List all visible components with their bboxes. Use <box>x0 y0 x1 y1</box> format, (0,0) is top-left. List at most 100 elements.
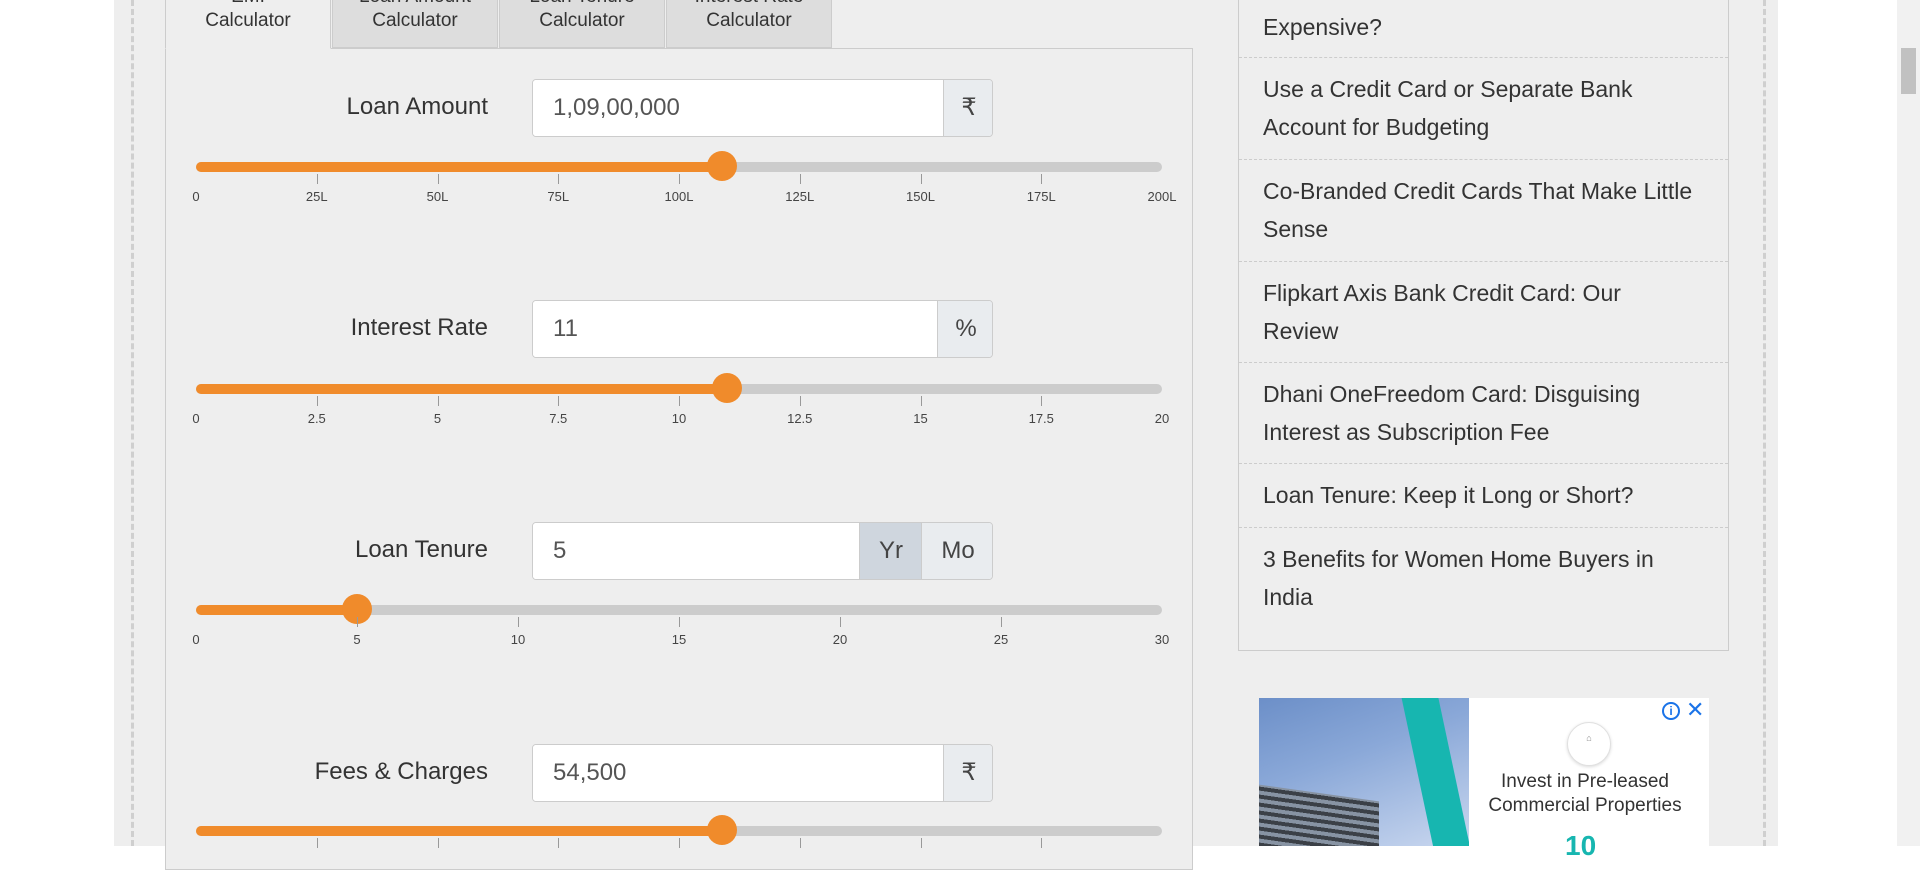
sidebar-article-link[interactable]: Flipkart Axis Bank Credit Card: Our Revi… <box>1239 262 1728 363</box>
slider-tick <box>518 617 519 627</box>
slider-tick-label: 5 <box>433 411 442 426</box>
fees-charges-slider[interactable] <box>196 815 1162 886</box>
rupee-unit-addon: ₹ <box>943 80 992 136</box>
article-title-line1: Flipkart Axis Bank Credit Card: Our <box>1263 280 1621 306</box>
slider-track[interactable] <box>196 162 1162 172</box>
fees-charges-input-group: ₹ <box>532 744 993 802</box>
slider-track[interactable] <box>196 605 1162 615</box>
loan-tenure-slider[interactable]: 0 5 10 15 20 25 30 <box>192 594 1169 665</box>
slider-fill <box>196 162 723 172</box>
ad-headline-line1: Invest in Pre-leased <box>1501 771 1669 792</box>
slider-tick <box>437 396 439 406</box>
slider-tick-label: 150L <box>906 189 935 204</box>
slider-tick <box>1041 838 1043 848</box>
slider-tick-label: 15 <box>671 632 687 647</box>
slider-tick <box>316 838 318 848</box>
slider-tick <box>558 174 560 184</box>
slider-tick <box>920 174 922 184</box>
fees-charges-label: Fees & Charges <box>314 758 488 785</box>
interest-rate-slider[interactable]: 0 2.5 5 7.5 10 12.5 15 17.5 20 <box>192 373 1169 444</box>
interest-rate-label: Interest Rate <box>350 314 488 341</box>
ad-building <box>1259 784 1379 846</box>
slider-tick-label: 200L <box>1147 189 1177 204</box>
info-icon[interactable]: i <box>1662 702 1680 720</box>
tab-emi-calculator[interactable]: EMICalculator <box>165 0 331 49</box>
slider-tick-label: 10 <box>510 632 526 647</box>
slider-handle[interactable] <box>707 151 738 181</box>
slider-tick-label: 17.5 <box>1028 411 1054 426</box>
interest-rate-input-group: % <box>532 300 993 358</box>
rupee-unit-addon: ₹ <box>943 745 992 801</box>
tab-interest-rate-calculator[interactable]: Interest RateCalculator <box>666 0 832 48</box>
slider-tick-label: 0 <box>192 632 200 647</box>
article-title-line1: Co-Branded Credit Cards That Make Little <box>1263 178 1693 204</box>
tenure-months-button[interactable]: Mo <box>921 523 992 579</box>
sidebar-article-link[interactable]: Use a Credit Card or Separate Bank Accou… <box>1239 58 1728 160</box>
related-articles-sidebar: Expensive? Use a Credit Card or Separate… <box>1238 0 1729 651</box>
article-title-line1: Use a Credit Card or Separate Bank <box>1263 76 1633 102</box>
slider-tick <box>1001 617 1002 627</box>
slider-tick-label: 0 <box>192 189 200 204</box>
scrollbar-thumb[interactable] <box>1901 48 1916 94</box>
loan-tenure-input-group: Yr Mo <box>532 522 993 580</box>
slider-fill <box>196 605 358 615</box>
close-icon[interactable]: ✕ <box>1686 698 1704 722</box>
tab-label-line1: Interest Rate <box>667 0 831 9</box>
sidebar-article-link[interactable]: Co-Branded Credit Cards That Make Little… <box>1239 160 1728 262</box>
ad-number: 10 <box>1565 830 1597 861</box>
slider-tick <box>437 838 439 848</box>
slider-tick-label: 20 <box>832 632 848 647</box>
loan-tenure-input[interactable] <box>533 523 859 579</box>
slider-tick <box>679 174 680 184</box>
slider-tick-label: 25 <box>993 632 1009 647</box>
slider-tick <box>437 174 439 184</box>
ad-stripe <box>1398 698 1469 846</box>
slider-tick-label: 0 <box>192 411 200 426</box>
ad-building-image <box>1259 698 1469 846</box>
article-title-line1: Dhani OneFreedom Card: Disguising <box>1263 381 1641 407</box>
article-title-line2: Interest as Subscription Fee <box>1263 419 1550 445</box>
sidebar-article-link[interactable]: Expensive? <box>1239 2 1728 58</box>
slider-handle[interactable] <box>712 373 743 403</box>
slider-tick <box>799 838 801 848</box>
sidebar-article-link[interactable]: Loan Tenure: Keep it Long or Short? <box>1239 464 1728 528</box>
slider-tick-label: 25L <box>305 189 328 204</box>
tenure-years-button[interactable]: Yr <box>859 523 922 579</box>
slider-tick-label: 175L <box>1026 189 1056 204</box>
slider-tick-label: 7.5 <box>549 411 568 426</box>
slider-tick <box>357 617 358 627</box>
slider-tick-label: 100L <box>664 189 694 204</box>
tab-label-line2: Calculator <box>539 10 625 31</box>
slider-tick <box>679 617 680 627</box>
tab-loan-tenure-calculator[interactable]: Loan TenureCalculator <box>499 0 665 48</box>
slider-tick <box>920 396 922 406</box>
slider-tick <box>316 174 318 184</box>
loan-amount-input[interactable] <box>533 80 943 136</box>
slider-tick-label: 75L <box>547 189 570 204</box>
tab-label-line1: EMI <box>166 0 330 9</box>
slider-tick <box>799 174 801 184</box>
article-title-line2: India <box>1263 584 1313 610</box>
interest-rate-input[interactable] <box>533 301 937 357</box>
tab-loan-amount-calculator[interactable]: Loan AmountCalculator <box>332 0 498 48</box>
slider-tick-label: 10 <box>671 411 687 426</box>
slider-tick-label: 50L <box>426 189 449 204</box>
slider-track[interactable] <box>196 826 1162 836</box>
page-scrollbar[interactable] <box>1897 0 1920 846</box>
article-title-line2: Account for Budgeting <box>1263 114 1490 140</box>
slider-tick <box>840 617 841 627</box>
slider-handle[interactable] <box>707 815 738 845</box>
slider-tick <box>920 838 922 848</box>
slider-tick-label: 15 <box>913 411 928 426</box>
slider-track[interactable] <box>196 384 1162 394</box>
ad-logo: ⌂ <box>1567 722 1611 766</box>
loan-amount-slider[interactable]: 0 25L 50L 75L 100L 125L 150L 175L 200L <box>192 151 1176 222</box>
fees-charges-input[interactable] <box>533 745 943 801</box>
slider-tick-label: 2.5 <box>307 411 326 426</box>
frame-border-right <box>1763 0 1766 846</box>
article-title-line1: 3 Benefits for Women Home Buyers in <box>1263 546 1654 572</box>
slider-fill <box>196 384 728 394</box>
sidebar-article-link[interactable]: Dhani OneFreedom Card: Disguising Intere… <box>1239 363 1728 464</box>
loan-amount-input-group: ₹ <box>532 79 993 137</box>
sidebar-article-link[interactable]: 3 Benefits for Women Home Buyers in Indi… <box>1239 528 1728 649</box>
